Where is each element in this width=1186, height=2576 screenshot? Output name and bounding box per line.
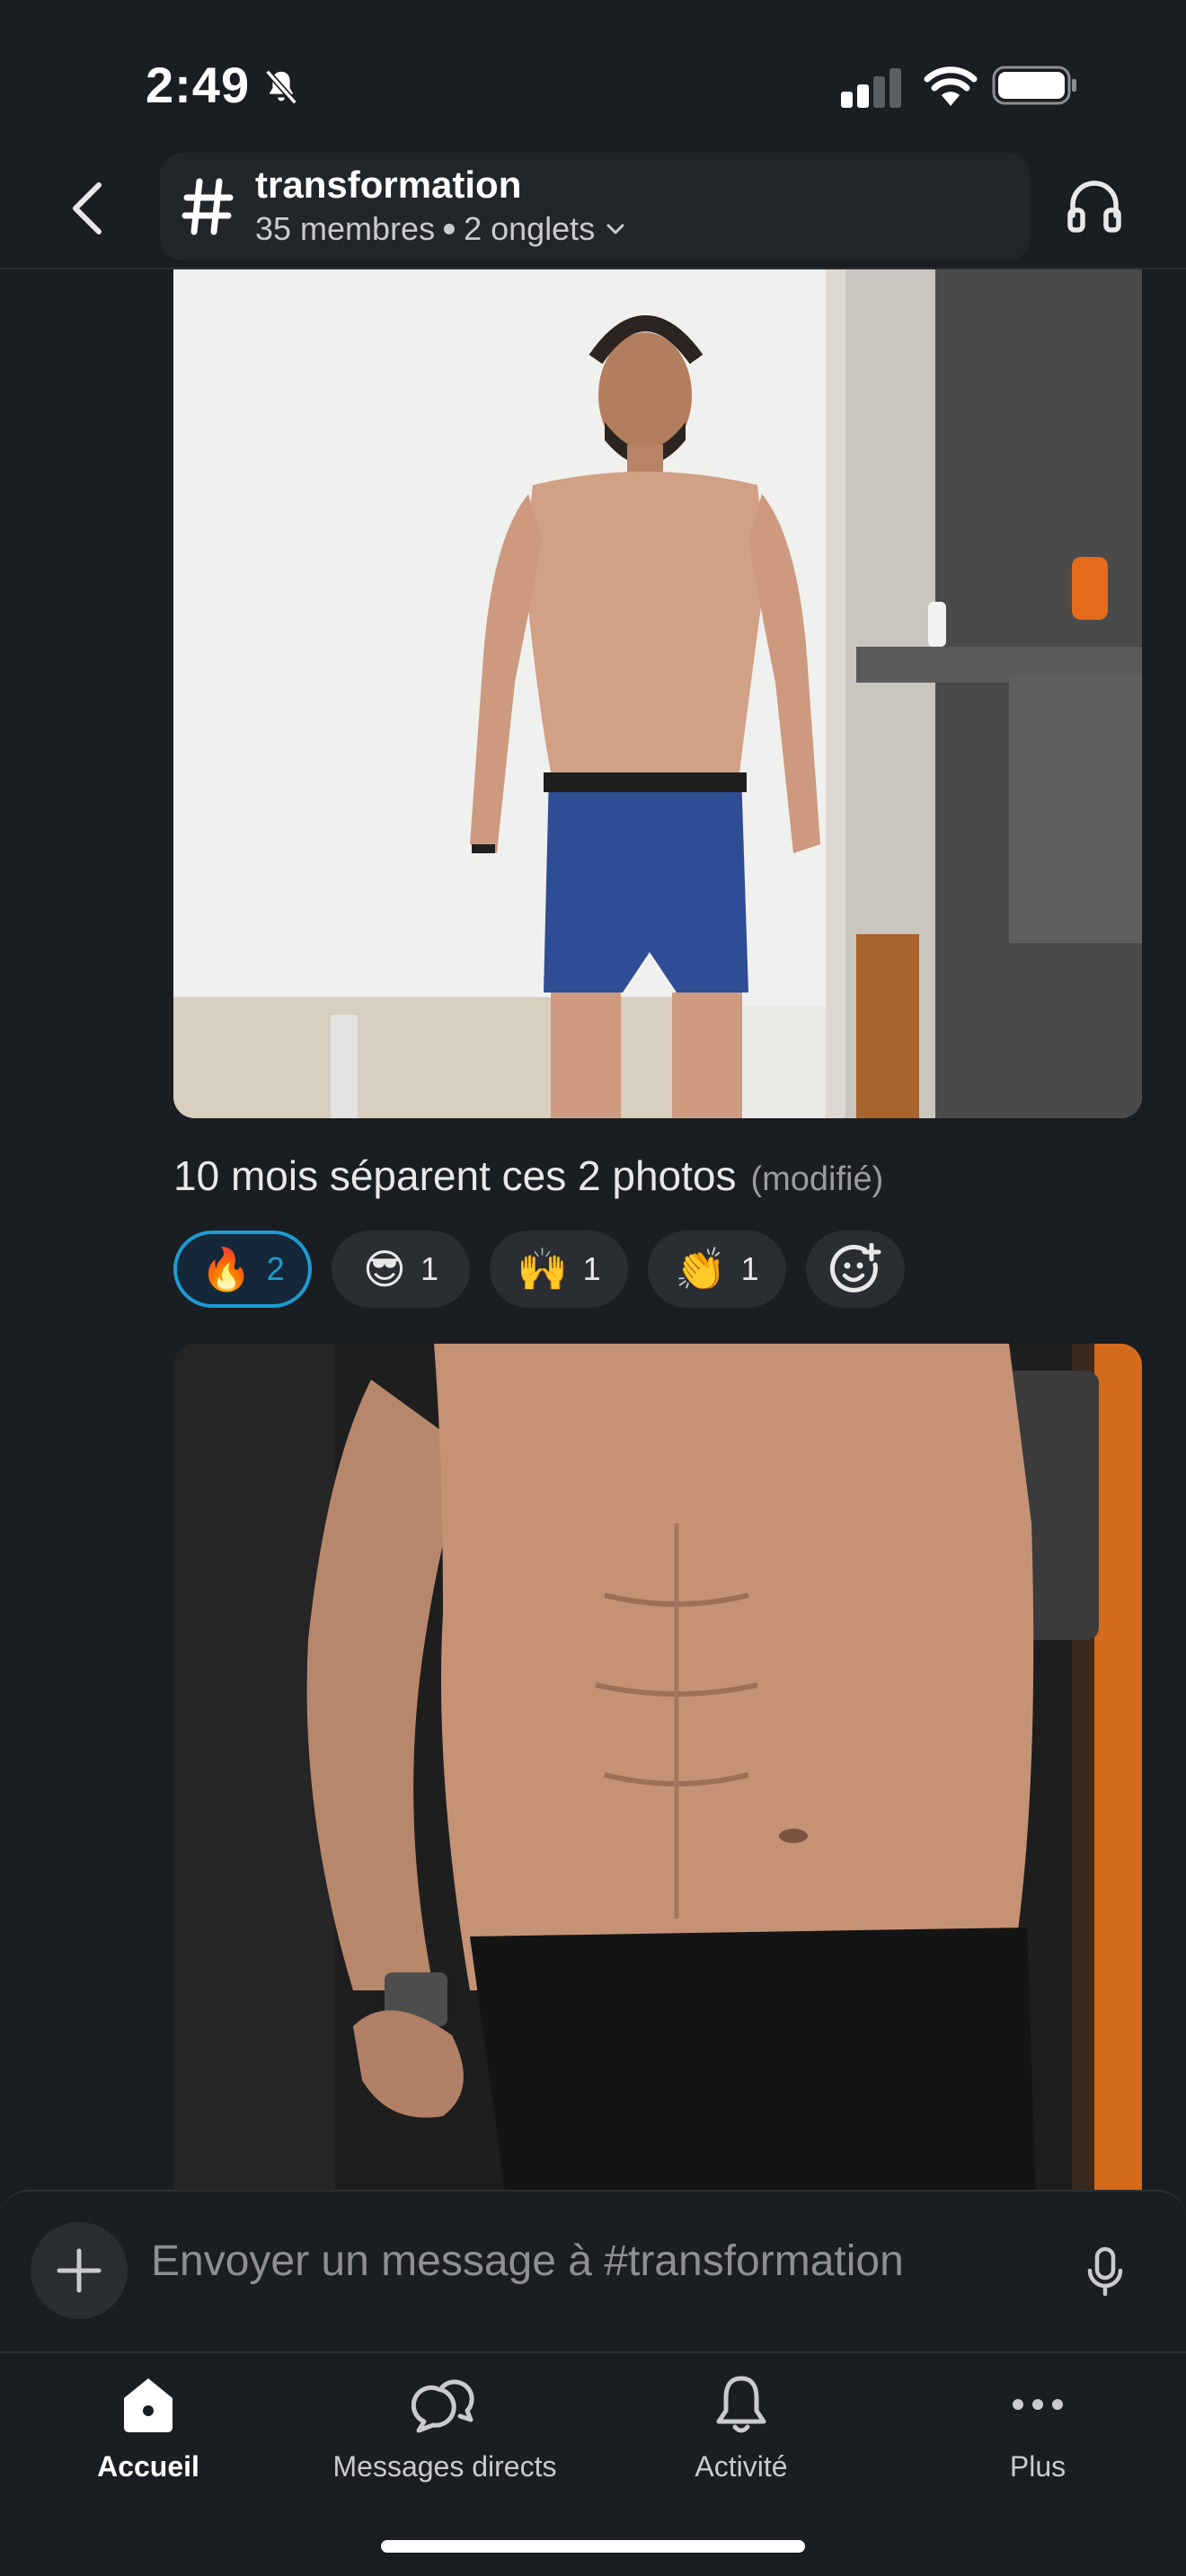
slack-channel-screen: 2:49 transformation 35 membres 2 onglets… [0, 0, 1186, 2576]
separator-dot [444, 224, 456, 234]
message-text: 10 mois séparent ces 2 photos (modifié) [173, 1151, 883, 1200]
battery-icon [992, 66, 1076, 105]
status-bar: 2:49 [0, 0, 1186, 153]
reaction-clap[interactable]: 👏 1 [648, 1231, 786, 1308]
chevron-down-icon [606, 224, 624, 234]
member-count: 35 membres [255, 210, 436, 247]
channel-meta: 35 membres 2 onglets [255, 210, 627, 248]
attach-button[interactable] [31, 2222, 128, 2319]
tab-direct-messages[interactable]: Messages directs [296, 2371, 593, 2506]
after-photo-image [173, 1344, 1142, 2197]
tab-more[interactable]: Plus [890, 2371, 1186, 2506]
after-photo[interactable] [173, 1344, 1142, 2197]
tab-count: 2 onglets [464, 210, 596, 247]
clap-emoji-icon: 👏 [675, 1246, 727, 1292]
bell-off-icon [265, 69, 297, 105]
microphone-icon[interactable] [1084, 2245, 1127, 2298]
reaction-sunglasses[interactable]: 😎 1 [332, 1231, 470, 1308]
channel-info-button[interactable]: transformation 35 membres 2 onglets [160, 153, 1030, 260]
edited-label: (modifié) [750, 1160, 884, 1198]
before-photo[interactable] [173, 269, 1142, 1118]
reaction-count: 1 [420, 1250, 438, 1287]
message-composer: Envoyer un message à #transformation [0, 2190, 1186, 2351]
add-emoji-icon [829, 1243, 881, 1292]
bell-icon [716, 2376, 766, 2433]
tab-label: Activité [695, 2450, 788, 2483]
home-indicator[interactable] [381, 2540, 805, 2553]
reaction-bar: 🔥 2 😎 1 🙌 1 👏 1 [173, 1231, 905, 1308]
huddle-headphones-button[interactable] [1066, 176, 1123, 235]
back-button[interactable] [63, 178, 113, 239]
tab-activity[interactable]: Activité [593, 2371, 890, 2506]
cellular-signal-icon [841, 68, 901, 108]
channel-header: transformation 35 membres 2 onglets [0, 153, 1186, 269]
chat-bubbles-icon [412, 2379, 474, 2433]
wifi-icon [924, 66, 978, 106]
sunglasses-emoji-icon: 😎 [363, 1246, 406, 1292]
add-reaction-button[interactable] [806, 1231, 905, 1308]
tab-home[interactable]: Accueil [0, 2371, 296, 2506]
home-icon [124, 2378, 173, 2432]
reaction-fire[interactable]: 🔥 2 [173, 1231, 312, 1308]
channel-name: transformation [255, 163, 522, 206]
message-input[interactable]: Envoyer un message à #transformation [151, 2236, 904, 2286]
tab-label: Accueil [97, 2450, 199, 2483]
more-icon [1013, 2399, 1063, 2410]
before-photo-image [173, 269, 1142, 1118]
reaction-raised-hands[interactable]: 🙌 1 [490, 1231, 628, 1308]
reaction-count: 1 [740, 1250, 759, 1287]
tab-label: Plus [1009, 2450, 1067, 2483]
fire-emoji-icon: 🔥 [200, 1246, 252, 1292]
reaction-count: 1 [582, 1250, 601, 1287]
status-time: 2:49 [146, 57, 251, 113]
plus-icon [57, 2248, 102, 2293]
message-body: 10 mois séparent ces 2 photos [173, 1152, 737, 1199]
raised-hands-emoji-icon: 🙌 [517, 1246, 569, 1292]
hash-icon [181, 178, 234, 235]
reaction-count: 2 [266, 1250, 285, 1287]
tab-label: Messages directs [332, 2450, 557, 2483]
